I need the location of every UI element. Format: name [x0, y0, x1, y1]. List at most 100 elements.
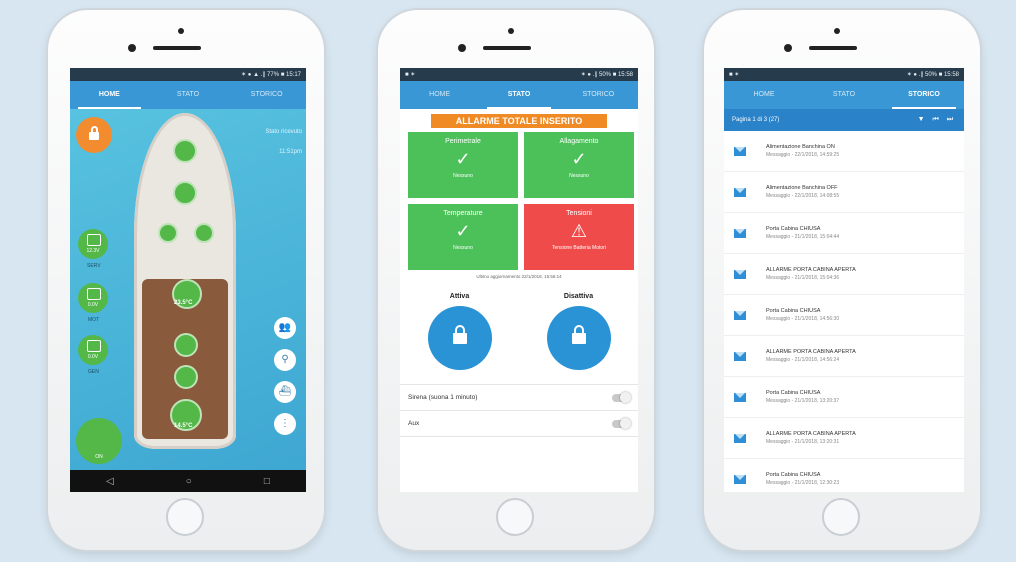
home-button[interactable] [496, 498, 534, 536]
aux-toggle[interactable] [612, 417, 631, 429]
page-controls[interactable]: ▼ ⏮ ⏭ [918, 116, 956, 124]
list-item[interactable]: Porta Cabina CHIUSA Messaggio - 21/1/2018… [724, 295, 964, 336]
message-date: Messaggio - 21/1/2018, 13:20:31 [766, 439, 840, 445]
list-item[interactable]: ALLARME PORTA CABINA APERTA Messaggio - 2… [724, 336, 964, 377]
sensor-dot [178, 28, 184, 34]
tab-storico[interactable]: STORICO [559, 81, 638, 109]
cabin-left-icon[interactable] [158, 223, 178, 243]
camera [458, 44, 466, 52]
siren-toggle[interactable] [612, 391, 631, 403]
home-circle-icon[interactable]: ○ [186, 476, 192, 487]
shore-power-icon[interactable]: ON [76, 418, 122, 464]
message-date: Messaggio - 21/1/2018, 15:04:36 [766, 275, 840, 281]
home-button[interactable] [822, 498, 860, 536]
status-right: ✶ ● .∥ 50% ■ 15:58 [906, 72, 959, 78]
tab-home[interactable]: HOME [400, 81, 479, 109]
list-item[interactable]: ALLARME PORTA CABINA APERTA Messaggio - 2… [724, 254, 964, 295]
back-icon[interactable]: ◁ [106, 476, 114, 487]
aux-row: Aux [400, 411, 638, 437]
message-title: Porta Cabina CHIUSA [766, 472, 821, 478]
screen-home: ✶ ● ▲ .∥ 77% ■ 15:17 HOME STATO STORICO … [70, 68, 306, 492]
tab-stato[interactable]: STATO [149, 81, 228, 109]
cell-allagamento[interactable]: Allagamento ✓ Nessuno [524, 132, 634, 198]
message-date: Messaggio - 21/1/2018, 15:04:44 [766, 234, 840, 240]
tab-stato[interactable]: STATO [804, 81, 884, 109]
lock-button[interactable] [76, 117, 112, 153]
cell-sub: Nessuno [453, 173, 473, 179]
cell-sub: Nessuno [569, 173, 589, 179]
location-icon[interactable]: ⚲ [274, 349, 296, 371]
phone-storico: ■ ✶ ✶ ● .∥ 50% ■ 15:58 HOME STATO STORIC… [704, 10, 980, 550]
status-received-label: Stato ricevuto [265, 129, 302, 135]
phone-home: ✶ ● ▲ .∥ 77% ■ 15:17 HOME STATO STORICO … [48, 10, 324, 550]
aux-label: Aux [408, 420, 420, 427]
list-item[interactable]: Porta Cabina CHIUSA Messaggio - 21/1/2018… [724, 213, 964, 254]
message-title: Alimentazione Banchina ON [766, 144, 835, 150]
activate-button[interactable] [427, 306, 492, 370]
envelope-icon [734, 433, 746, 443]
temperature-2: 14.5°C [174, 423, 193, 429]
envelope-icon [734, 392, 746, 402]
envelope-icon [734, 351, 746, 361]
check-icon: ✓ [455, 221, 471, 241]
envelope-icon [734, 269, 746, 279]
battery-serv-icon[interactable]: 12.3V [78, 229, 108, 259]
battery-gen-icon[interactable]: 0.0V [78, 335, 108, 365]
tab-storico[interactable]: STORICO [884, 81, 964, 109]
page-label: Pagina 1 di 3 (27) [732, 117, 780, 123]
list-item[interactable]: Porta Cabina CHIUSA Messaggio - 21/1/2018… [724, 459, 964, 492]
envelope-icon [734, 187, 746, 197]
cell-temperature[interactable]: Temperature ✓ Nessuno [408, 204, 518, 270]
battery-mot-label: MOT [88, 317, 100, 323]
menu-icon[interactable]: ⋮ [274, 413, 296, 435]
recents-icon[interactable]: □ [264, 476, 270, 487]
cell-title: Allagamento [559, 138, 599, 145]
battery-gen-label: GEN [88, 369, 99, 375]
list-item[interactable]: ALLARME PORTA CABINA APERTA Messaggio - 2… [724, 418, 964, 459]
activate-group: Attiva [410, 293, 510, 370]
boat-icon[interactable]: ⛴ [274, 381, 296, 403]
activate-label: Attiva [449, 293, 470, 300]
lock-icon [452, 325, 467, 344]
cabin-right-icon[interactable] [194, 223, 214, 243]
phone-stato: ■ ✶ ✶ ● .∥ 50% ■ 15:58 HOME STATO STORIC… [378, 10, 654, 550]
list-item[interactable]: Alimentazione Banchina ON Messaggio - 22/… [724, 131, 964, 172]
status-left: ■ ✶ [729, 72, 740, 78]
status-bar: ■ ✶ ✶ ● .∥ 50% ■ 15:58 [724, 68, 964, 81]
hatch-sensor-icon[interactable] [173, 181, 197, 205]
bow-sensor-icon[interactable] [173, 139, 197, 163]
camera [128, 44, 136, 52]
status-right: ✶ ● .∥ 50% ■ 15:58 [580, 72, 633, 78]
list-item[interactable]: Porta Cabina CHIUSA Messaggio - 21/1/2018… [724, 377, 964, 418]
hatch-2-sensor-icon[interactable] [174, 365, 198, 389]
lock-icon [89, 126, 99, 140]
tab-home[interactable]: HOME [70, 81, 149, 109]
unlock-icon [571, 325, 586, 344]
message-title: Porta Cabina CHIUSA [766, 308, 821, 314]
message-list: Alimentazione Banchina ON Messaggio - 22/… [724, 131, 964, 492]
cell-perimetrale[interactable]: Perimetrale ✓ Nessuno [408, 132, 518, 198]
sensor-dot [834, 28, 840, 34]
battery-serv-label: SERV [87, 263, 101, 269]
arm-controls: Attiva Disattiva [400, 293, 638, 370]
door-sensor-icon[interactable] [174, 333, 198, 357]
tab-home[interactable]: HOME [724, 81, 804, 109]
cell-tensioni[interactable]: Tensioni ⚠ Tensione Batteria Motori [524, 204, 634, 270]
deactivate-button[interactable] [546, 306, 611, 370]
sensor-dot [508, 28, 514, 34]
envelope-icon [734, 310, 746, 320]
home-button[interactable] [166, 498, 204, 536]
check-icon: ✓ [455, 149, 471, 169]
list-item[interactable]: Alimentazione Banchina OFF Messaggio - 22… [724, 172, 964, 213]
speaker [483, 46, 531, 50]
message-title: ALLARME PORTA CABINA APERTA [766, 349, 856, 355]
message-title: Alimentazione Banchina OFF [766, 185, 838, 191]
tab-storico[interactable]: STORICO [227, 81, 306, 109]
tab-stato[interactable]: STATO [479, 81, 558, 109]
deactivate-group: Disattiva [529, 293, 629, 370]
people-icon[interactable]: 👥 [274, 317, 296, 339]
message-date: Messaggio - 21/1/2018, 13:20:37 [766, 398, 840, 404]
message-title: ALLARME PORTA CABINA APERTA [766, 267, 856, 273]
tab-bar: HOME STATO STORICO [400, 81, 638, 109]
battery-mot-icon[interactable]: 0.0V [78, 283, 108, 313]
